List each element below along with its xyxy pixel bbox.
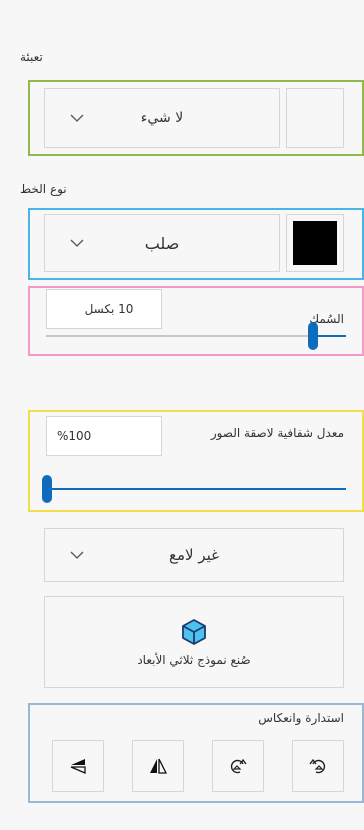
shape-properties-panel: تعبئة لا شيء نوع الخط صلب السُمك 10 بكسل…: [0, 0, 364, 830]
rotate-left-button[interactable]: [292, 740, 344, 792]
transparency-input[interactable]: %100: [46, 416, 162, 456]
chevron-down-icon: [70, 114, 84, 122]
rotate-right-icon: [230, 758, 247, 774]
line-color-fill: [293, 221, 337, 265]
thickness-slider-thumb[interactable]: [308, 322, 318, 350]
line-type-dropdown-value: صلب: [144, 233, 180, 253]
rotate-right-button[interactable]: [212, 740, 264, 792]
transparency-slider-track[interactable]: [46, 488, 346, 490]
thickness-slider-track[interactable]: [46, 335, 346, 337]
chevron-down-icon: [70, 551, 84, 559]
finish-dropdown[interactable]: غير لامع: [44, 528, 344, 582]
thickness-slider-fill: [316, 335, 346, 337]
transparency-label: معدل شفافية لاصقة الصور: [210, 426, 344, 440]
cube-icon: [182, 619, 206, 645]
thickness-input[interactable]: 10 بكسل: [46, 289, 162, 329]
line-type-dropdown[interactable]: صلب: [44, 214, 280, 272]
line-color-swatch[interactable]: [286, 214, 344, 272]
thickness-label: السُمك: [309, 312, 344, 326]
fill-label: تعبئة: [20, 50, 43, 64]
fill-color-swatch[interactable]: [286, 88, 344, 148]
make-3d-label: صُنع نموذج ثلاثي الأبعاد: [137, 653, 251, 667]
transparency-slider-thumb[interactable]: [42, 475, 52, 503]
finish-dropdown-value: غير لامع: [169, 546, 219, 564]
flip-vertical-button[interactable]: [52, 740, 104, 792]
chevron-down-icon: [70, 239, 84, 247]
flip-horizontal-button[interactable]: [132, 740, 184, 792]
rotate-flip-label: استدارة وانعكاس: [258, 711, 344, 725]
fill-dropdown-value: لا شيء: [140, 110, 184, 126]
rotate-left-icon: [309, 758, 326, 774]
flip-horizontal-icon: [150, 758, 168, 774]
line-type-label: نوع الخط: [20, 182, 67, 196]
fill-dropdown[interactable]: لا شيء: [44, 88, 280, 148]
make-3d-button[interactable]: صُنع نموذج ثلاثي الأبعاد: [44, 596, 344, 688]
flip-vertical-icon: [70, 759, 86, 774]
